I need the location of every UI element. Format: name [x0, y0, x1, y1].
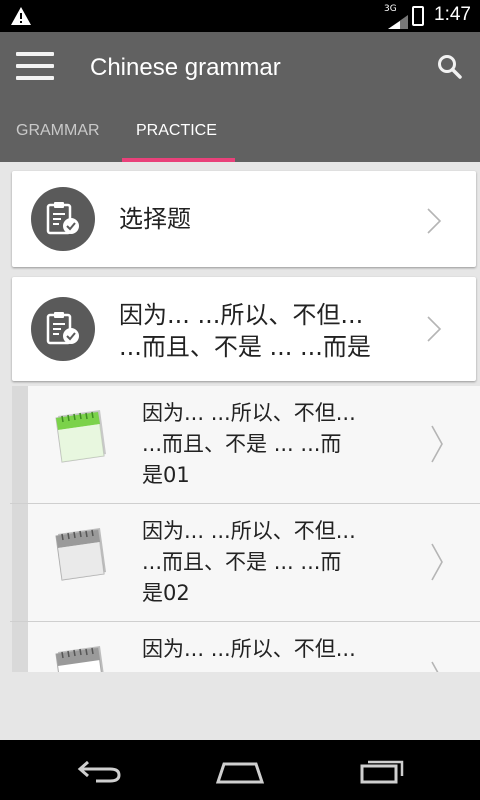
app-title: Chinese grammar	[90, 54, 281, 81]
app-bar: Chinese grammar GRAMMAR PRACTICE	[0, 32, 480, 162]
chevron-right-icon	[430, 660, 444, 672]
list-item[interactable]: 因为... ...所以、不但... ...而且、不是 ... ...而 是01	[10, 386, 480, 504]
tab-practice[interactable]: PRACTICE	[136, 122, 217, 140]
network-type: 3G	[384, 4, 397, 14]
clipboard-check-icon	[31, 297, 95, 361]
list-item-line: 是02	[142, 581, 190, 605]
signal-icon	[388, 14, 408, 33]
list-item-line: 是01	[142, 463, 190, 487]
list-item-line: ...而且、不是 ... ...而	[142, 432, 342, 456]
chevron-right-icon	[426, 315, 442, 343]
list-item-line: 因为... ...所以、不但...	[142, 519, 356, 543]
list-item-label: 因为... ...所以、不但... ...而且、不是 ... ...而 是01	[142, 398, 402, 491]
list-item-label: 因为... ...所以、不但... ...而且、不是 ... ...而 是02	[142, 516, 402, 609]
chevron-right-icon	[426, 207, 442, 235]
clipboard-check-icon	[31, 187, 95, 251]
card-conjunction-topic[interactable]: 因为... ...所以、不但... ...而且、不是 ... ...而是	[12, 277, 476, 381]
sublist-indent-rail	[12, 386, 28, 672]
notepad-gray-icon	[52, 642, 114, 672]
recent-apps-icon[interactable]	[360, 758, 404, 788]
chevron-right-icon	[430, 542, 444, 582]
warning-icon	[10, 6, 32, 30]
hamburger-menu-icon[interactable]	[16, 52, 54, 82]
list-item[interactable]: 因为... ...所以、不但...	[28, 622, 480, 672]
search-icon[interactable]	[437, 54, 463, 84]
status-bar: 3G 1:47	[0, 0, 480, 32]
exercise-sublist: 因为... ...所以、不但... ...而且、不是 ... ...而 是01	[0, 386, 480, 672]
battery-icon	[412, 6, 424, 26]
list-item-line: ...而且、不是 ... ...而	[142, 550, 342, 574]
back-icon[interactable]	[76, 758, 122, 788]
clock: 1:47	[434, 4, 471, 25]
card-label-line: 因为... ...所以、不但...	[119, 301, 364, 329]
notepad-gray-icon	[52, 524, 114, 584]
card-label: 选择题	[119, 205, 191, 233]
list-item[interactable]: 因为... ...所以、不但... ...而且、不是 ... ...而 是02	[10, 504, 480, 622]
card-label-line: ...而且、不是 ... ...而是	[119, 333, 371, 361]
home-icon[interactable]	[215, 758, 265, 788]
card-label: 因为... ...所以、不但... ...而且、不是 ... ...而是	[119, 299, 371, 363]
list-item-label: 因为... ...所以、不但...	[142, 634, 402, 665]
empty-area	[0, 672, 480, 740]
list-item-line: 因为... ...所以、不但...	[142, 401, 356, 425]
notepad-green-icon	[52, 406, 114, 466]
card-multiple-choice[interactable]: 选择题	[12, 171, 476, 267]
practice-list[interactable]: 选择题 因为... ...所以、不但... ...而且、不是 ... ...而是	[0, 162, 480, 672]
list-item-line: 因为... ...所以、不但...	[142, 637, 356, 661]
chevron-right-icon	[430, 424, 444, 464]
tab-grammar[interactable]: GRAMMAR	[16, 122, 100, 140]
navigation-bar	[0, 740, 480, 800]
